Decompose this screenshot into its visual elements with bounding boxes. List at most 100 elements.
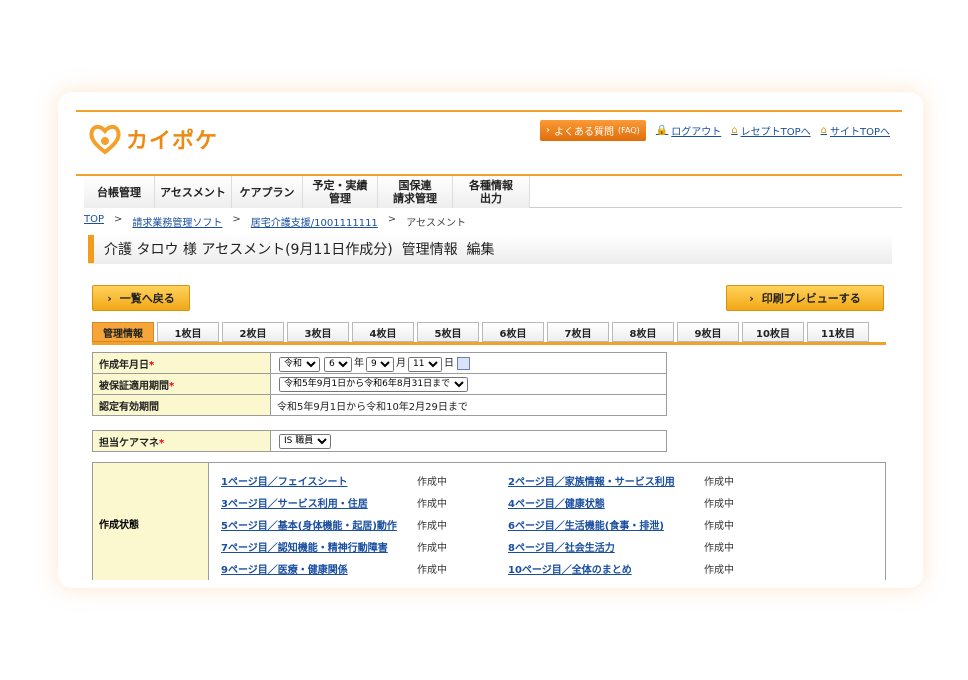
nav-ledger[interactable]: 台帳管理 [84,176,155,208]
tab-sheet-6[interactable]: 6枚目 [482,322,544,342]
breadcrumb-sep: > [387,214,397,225]
tab-label: 2枚目 [239,328,267,340]
status-item: 7ページ目／認知機能・精神行動障害 作成中 [221,539,447,554]
site-top-label: サイトTOPへ [829,127,890,138]
print-label: 印刷プレビューする [761,292,861,305]
page-1-link[interactable]: 1ページ目／フェイスシート [221,473,417,488]
cert-period-value: 令和5年9月1日から令和10年2月29日まで [270,394,667,416]
care-manager-row: 担当ケアマネ* IS 職員 [92,430,667,452]
page-title: 介護 タロウ 様 アセスメント(9月11日作成分) 管理情報 編集 [104,242,495,258]
page-7-link[interactable]: 7ページ目／認知機能・精神行動障害 [221,539,417,554]
tab-sheet-9[interactable]: 9枚目 [677,322,739,342]
page-4-link[interactable]: 4ページ目／健康状態 [508,495,704,510]
lock-icon: 🔒 [655,125,669,136]
tab-sheet-1[interactable]: 1枚目 [157,322,219,342]
tab-management-info[interactable]: 管理情報 [92,322,154,342]
breadcrumb-billing[interactable]: 請求業務管理ソフト [132,214,222,229]
page-10-link[interactable]: 10ページ目／全体のまとめ [508,561,704,576]
logout-link[interactable]: 🔒 ログアウト [656,123,721,138]
care-manager-value: IS 職員 [270,430,667,452]
status-item: 2ページ目／家族情報・サービス利用 作成中 [508,473,734,488]
tab-sheet-7[interactable]: 7枚目 [547,322,609,342]
faq-suffix: (FAQ) [618,126,640,135]
tab-label: 7枚目 [564,328,592,340]
site-top-link[interactable]: ⌂ サイトTOPへ [821,123,890,138]
logout-label: ログアウト [671,127,722,138]
breadcrumb-sep: > [232,214,241,225]
heart-logo-icon [89,124,121,155]
nav-careplan[interactable]: ケアプラン [232,176,303,208]
status-text: 作成中 [704,543,734,554]
created-date-row: 作成年月日* 令和 6 年 9 月 11 日 [92,352,667,374]
page-9-link[interactable]: 9ページ目／医療・健康関係 [221,561,417,576]
required-mark: * [159,437,165,449]
tab-sheet-3[interactable]: 3枚目 [287,322,349,342]
back-to-list-button[interactable]: › 一覧へ戻る [92,285,190,311]
tab-label: 1枚目 [174,328,202,340]
tab-label: 3枚目 [304,328,332,340]
status-item: 8ページ目／社会生活力 作成中 [508,539,734,554]
status-item: 1ページ目／フェイスシート 作成中 [221,473,447,488]
insurance-period-row: 被保証適用期間* 令和5年9月1日から令和6年8月31日まで [92,373,667,395]
status-item: 6ページ目／生活機能(食事・排泄) 作成中 [508,517,734,532]
status-text: 作成中 [417,477,447,488]
status-item: 3ページ目／サービス利用・住居 作成中 [221,495,447,510]
tab-label: 8枚目 [629,328,657,340]
status-text: 作成中 [417,543,447,554]
status-item: 5ページ目／基本(身体機能・起居)動作 作成中 [221,517,447,532]
care-manager-label: 担当ケアマネ* [92,430,271,452]
top-links: › よくある質問 (FAQ) 🔒 ログアウト ⌂ レセプトTOPへ ⌂ サイトTO… [540,120,890,141]
receipt-top-link[interactable]: ⌂ レセプトTOPへ [731,123,810,138]
status-item: 9ページ目／医療・健康関係 作成中 [221,561,447,576]
breadcrumb-sep: > [114,214,123,225]
insurance-period-select[interactable]: 令和5年9月1日から令和6年8月31日まで [279,376,468,392]
page-6-link[interactable]: 6ページ目／生活機能(食事・排泄) [508,517,704,532]
tab-label: 管理情報 [103,328,143,340]
page-title-bar: 介護 タロウ 様 アセスメント(9月11日作成分) 管理情報 編集 [88,234,892,264]
page-8-link[interactable]: 8ページ目／社会生活力 [508,539,704,554]
status-text: 作成中 [704,565,734,576]
tab-sheet-11[interactable]: 11枚目 [807,322,869,342]
nav-label: ケアプラン [239,185,295,199]
nav-assessment[interactable]: アセスメント [155,176,232,208]
nav-billing[interactable]: 国保連 請求管理 [378,176,453,208]
created-date-label: 作成年月日* [92,352,271,374]
screenshot-card: カイポケ › よくある質問 (FAQ) 🔒 ログアウト ⌂ レセプトTOPへ ⌂ … [58,92,923,588]
status-label: 作成状態 [93,463,209,580]
page-3-link[interactable]: 3ページ目／サービス利用・住居 [221,495,417,510]
main-nav: 台帳管理 アセスメント ケアプラン 予定・実績 管理 国保連 請求管理 各種情報… [76,174,902,208]
care-manager-select[interactable]: IS 職員 [279,433,331,449]
page-2-link[interactable]: 2ページ目／家族情報・サービス利用 [508,473,704,488]
nav-output[interactable]: 各種情報 出力 [453,176,530,208]
nav-label: 国保連 請求管理 [393,179,437,205]
tab-sheet-10[interactable]: 10枚目 [742,322,804,342]
print-preview-button[interactable]: › 印刷プレビューする [726,285,884,311]
faq-button[interactable]: › よくある質問 (FAQ) [540,120,646,141]
kaipoke-logo[interactable]: カイポケ [88,122,218,156]
page-5-link[interactable]: 5ページ目／基本(身体機能・起居)動作 [221,517,417,532]
insurance-period-label: 被保証適用期間* [92,373,271,395]
era-select[interactable]: 令和 [279,356,320,372]
arrow-icon: › [749,291,754,305]
management-form: 作成年月日* 令和 6 年 9 月 11 日 被保証適用期間* 令和5年9月1日から令和6年… [92,352,667,416]
tab-sheet-4[interactable]: 4枚目 [352,322,414,342]
home-icon: ⌂ [731,125,738,136]
logo-text: カイポケ [126,129,219,154]
calendar-icon[interactable] [457,356,470,370]
tab-sheet-5[interactable]: 5枚目 [417,322,479,342]
arrow-icon: › [107,291,112,305]
nav-label: 予定・実績 管理 [312,179,368,205]
label-text: 認定有効期間 [99,401,159,413]
tab-sheet-2[interactable]: 2枚目 [222,322,284,342]
tab-sheet-8[interactable]: 8枚目 [612,322,674,342]
created-date-value: 令和 6 年 9 月 11 日 [270,352,667,374]
tab-label: 11枚目 [821,328,855,340]
day-select[interactable]: 11 [408,356,442,372]
month-select[interactable]: 9 [366,356,394,372]
status-text: 作成中 [704,499,734,510]
year-select[interactable]: 6 [324,356,352,372]
nav-schedule[interactable]: 予定・実績 管理 [303,176,378,208]
cert-period-row: 認定有効期間 令和5年9月1日から令和10年2月29日まで [92,394,667,416]
breadcrumb-top[interactable]: TOP [84,214,104,229]
breadcrumb-office[interactable]: 居宅介護支援/1001111111 [251,214,378,229]
